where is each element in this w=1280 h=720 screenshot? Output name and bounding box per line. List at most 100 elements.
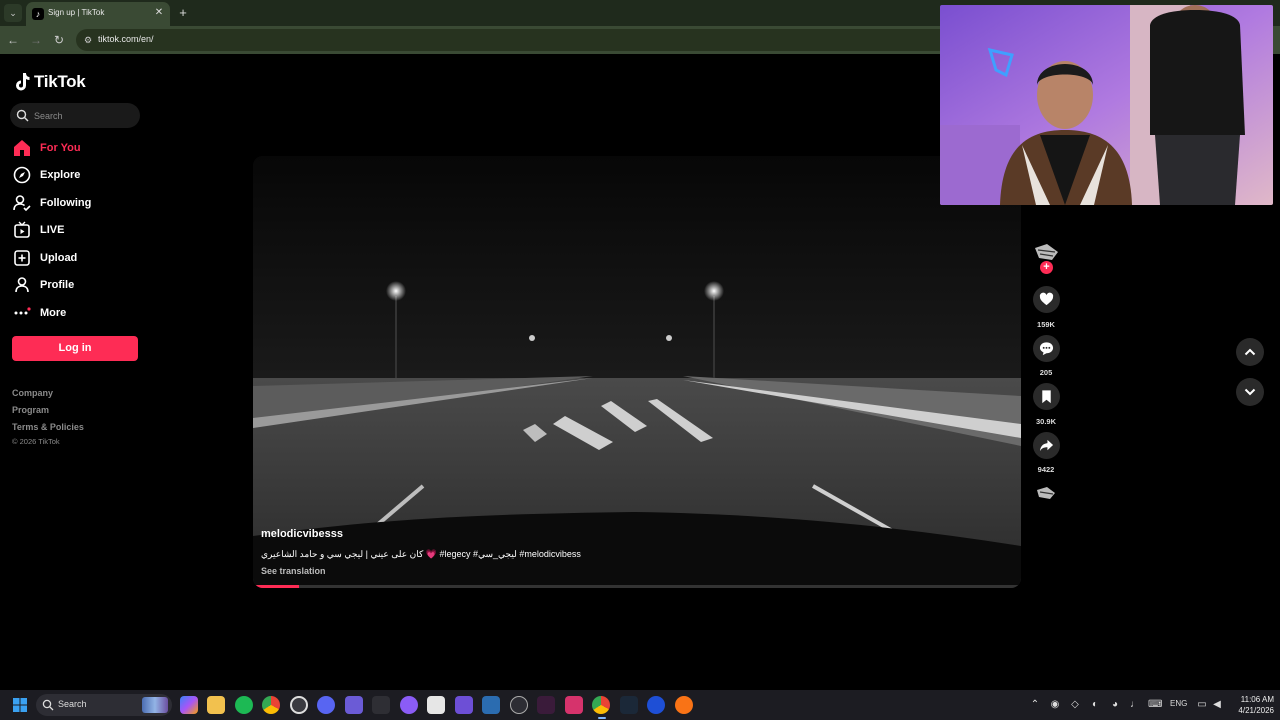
more-icon (14, 307, 31, 315)
search-highlight-image (142, 697, 168, 713)
media-app-icon[interactable] (537, 696, 555, 714)
home-icon (14, 140, 30, 156)
search-icon (16, 109, 29, 122)
new-tab-button[interactable]: + (174, 4, 192, 22)
footer-link-company[interactable]: Company (12, 388, 53, 398)
live-icon (14, 221, 30, 238)
video-progress-bar[interactable] (253, 585, 1021, 588)
language-indicator[interactable]: ENG (1170, 699, 1187, 708)
chrome-active-app-icon[interactable] (592, 696, 610, 714)
taskbar-search[interactable]: Search (36, 694, 172, 716)
like-button[interactable] (1033, 286, 1060, 313)
follow-button[interactable]: + (1040, 261, 1053, 274)
photos-app-icon[interactable] (482, 696, 500, 714)
nav-item-upload[interactable]: Upload (12, 246, 152, 270)
login-button[interactable]: Log in (12, 336, 138, 361)
nav-label: Following (40, 197, 92, 209)
4k-app-icon[interactable] (510, 696, 528, 714)
video-frame (253, 156, 1021, 588)
taskbar-search-label: Search (58, 699, 87, 709)
search-input[interactable] (34, 108, 134, 123)
music-disc-icon[interactable] (1035, 484, 1057, 502)
network-icon[interactable]: ▭ (1195, 698, 1209, 712)
clock-time[interactable]: 11:06 AM (1230, 695, 1274, 704)
search-box[interactable] (10, 103, 140, 128)
keyboard-app-icon[interactable] (372, 696, 390, 714)
active-app-indicator (598, 717, 606, 719)
footer-link-program[interactable]: Program (12, 405, 49, 415)
nav-label: Profile (40, 279, 75, 291)
copilot-app-icon[interactable] (180, 696, 198, 714)
comment-button[interactable] (1033, 335, 1060, 362)
volume-icon[interactable]: ◀ (1210, 698, 1224, 712)
chrome-app-icon[interactable] (262, 696, 280, 714)
chevron-up-icon (1244, 348, 1256, 356)
profile-icon (15, 277, 29, 293)
adobe-app-icon[interactable] (565, 696, 583, 714)
compass-icon (13, 166, 31, 184)
nav-item-following[interactable]: Following (12, 191, 152, 215)
nav-item-for-you[interactable]: For You (12, 136, 152, 160)
nav-item-more[interactable]: More (12, 301, 152, 325)
following-icon (13, 195, 31, 212)
comment-icon (1039, 342, 1054, 356)
video-caption: كان على عيني | ليجي سي و حامد الشاعيري 💗… (261, 549, 581, 559)
video-progress-fill (253, 585, 300, 588)
url-text: tiktok.com/en/ (98, 34, 154, 44)
back-arrow-icon[interactable]: ← (5, 32, 21, 48)
tiktok-logo-icon (16, 73, 30, 91)
previous-video-button[interactable] (1236, 338, 1264, 366)
spotify-app-icon[interactable] (235, 696, 253, 714)
nav-label: Explore (40, 169, 81, 181)
save-button[interactable] (1033, 383, 1060, 410)
nav-label: More (40, 307, 67, 319)
keyboard-icon[interactable]: ⌨ (1148, 698, 1162, 712)
microphone-icon[interactable]: ♩ (1128, 698, 1142, 712)
bookmark-icon (1042, 390, 1051, 404)
chevron-down-icon (1244, 388, 1256, 396)
purple-app-icon[interactable] (400, 696, 418, 714)
taskbar: Search ⌃ ◉ ◇ ◐ ◕ ♩ ⌨ ENG ▭ ◀ 11:06 AM 4/… (0, 690, 1280, 720)
video-player[interactable]: melodicvibesss كان على عيني | ليجي سي و … (253, 156, 1021, 588)
orange-app-icon[interactable] (675, 696, 693, 714)
tab-list-button[interactable]: ⌄ (4, 4, 22, 22)
store-app-icon[interactable] (427, 696, 445, 714)
tray-app-icon[interactable]: ◇ (1068, 698, 1082, 712)
nav-label: LIVE (40, 224, 65, 236)
nav-item-live[interactable]: LIVE (12, 218, 152, 242)
forward-arrow-icon[interactable]: → (28, 32, 44, 48)
windows-start-icon[interactable] (12, 697, 28, 713)
close-tab-icon[interactable]: ✕ (152, 6, 166, 20)
ea-app-icon[interactable] (647, 696, 665, 714)
steam-tray-icon[interactable]: ◉ (1048, 698, 1062, 712)
clock-date[interactable]: 4/21/2026 (1224, 706, 1274, 715)
nav-label: For You (40, 142, 81, 154)
tiktok-favicon-icon: ♪ (32, 8, 44, 20)
steam-app-icon[interactable] (620, 696, 638, 714)
search-icon (42, 699, 54, 711)
reload-icon[interactable]: ↻ (51, 32, 67, 48)
see-translation-link[interactable]: See translation (261, 566, 326, 576)
share-button[interactable] (1033, 432, 1060, 459)
heart-icon (1039, 292, 1054, 306)
discord-app-icon[interactable] (317, 696, 335, 714)
copyright: © 2026 TikTok (12, 437, 60, 446)
next-video-button[interactable] (1236, 378, 1264, 406)
footer-link-terms[interactable]: Terms & Policies (12, 422, 84, 432)
video-author[interactable]: melodicvibesss (261, 528, 343, 540)
nav-item-explore[interactable]: Explore (12, 163, 152, 187)
nav-item-profile[interactable]: Profile (12, 273, 152, 297)
tray-app-icon[interactable]: ◐ (1088, 698, 1102, 712)
site-info-icon[interactable]: ⚙ (82, 34, 94, 46)
comment-count: 205 (1039, 368, 1053, 377)
obs-app-icon[interactable] (290, 696, 308, 714)
tray-overflow-icon[interactable]: ⌃ (1028, 698, 1042, 712)
share-count: 9422 (1037, 465, 1055, 474)
file-explorer-app-icon[interactable] (207, 696, 225, 714)
tiktok-logo[interactable]: TikTok (14, 70, 86, 94)
discord-tray-icon[interactable]: ◕ (1108, 698, 1122, 712)
browser-tab[interactable]: ♪ Sign up | TikTok ✕ (26, 2, 170, 26)
game-app-icon[interactable] (455, 696, 473, 714)
upload-icon (14, 250, 30, 266)
app-grid-icon[interactable] (345, 696, 363, 714)
